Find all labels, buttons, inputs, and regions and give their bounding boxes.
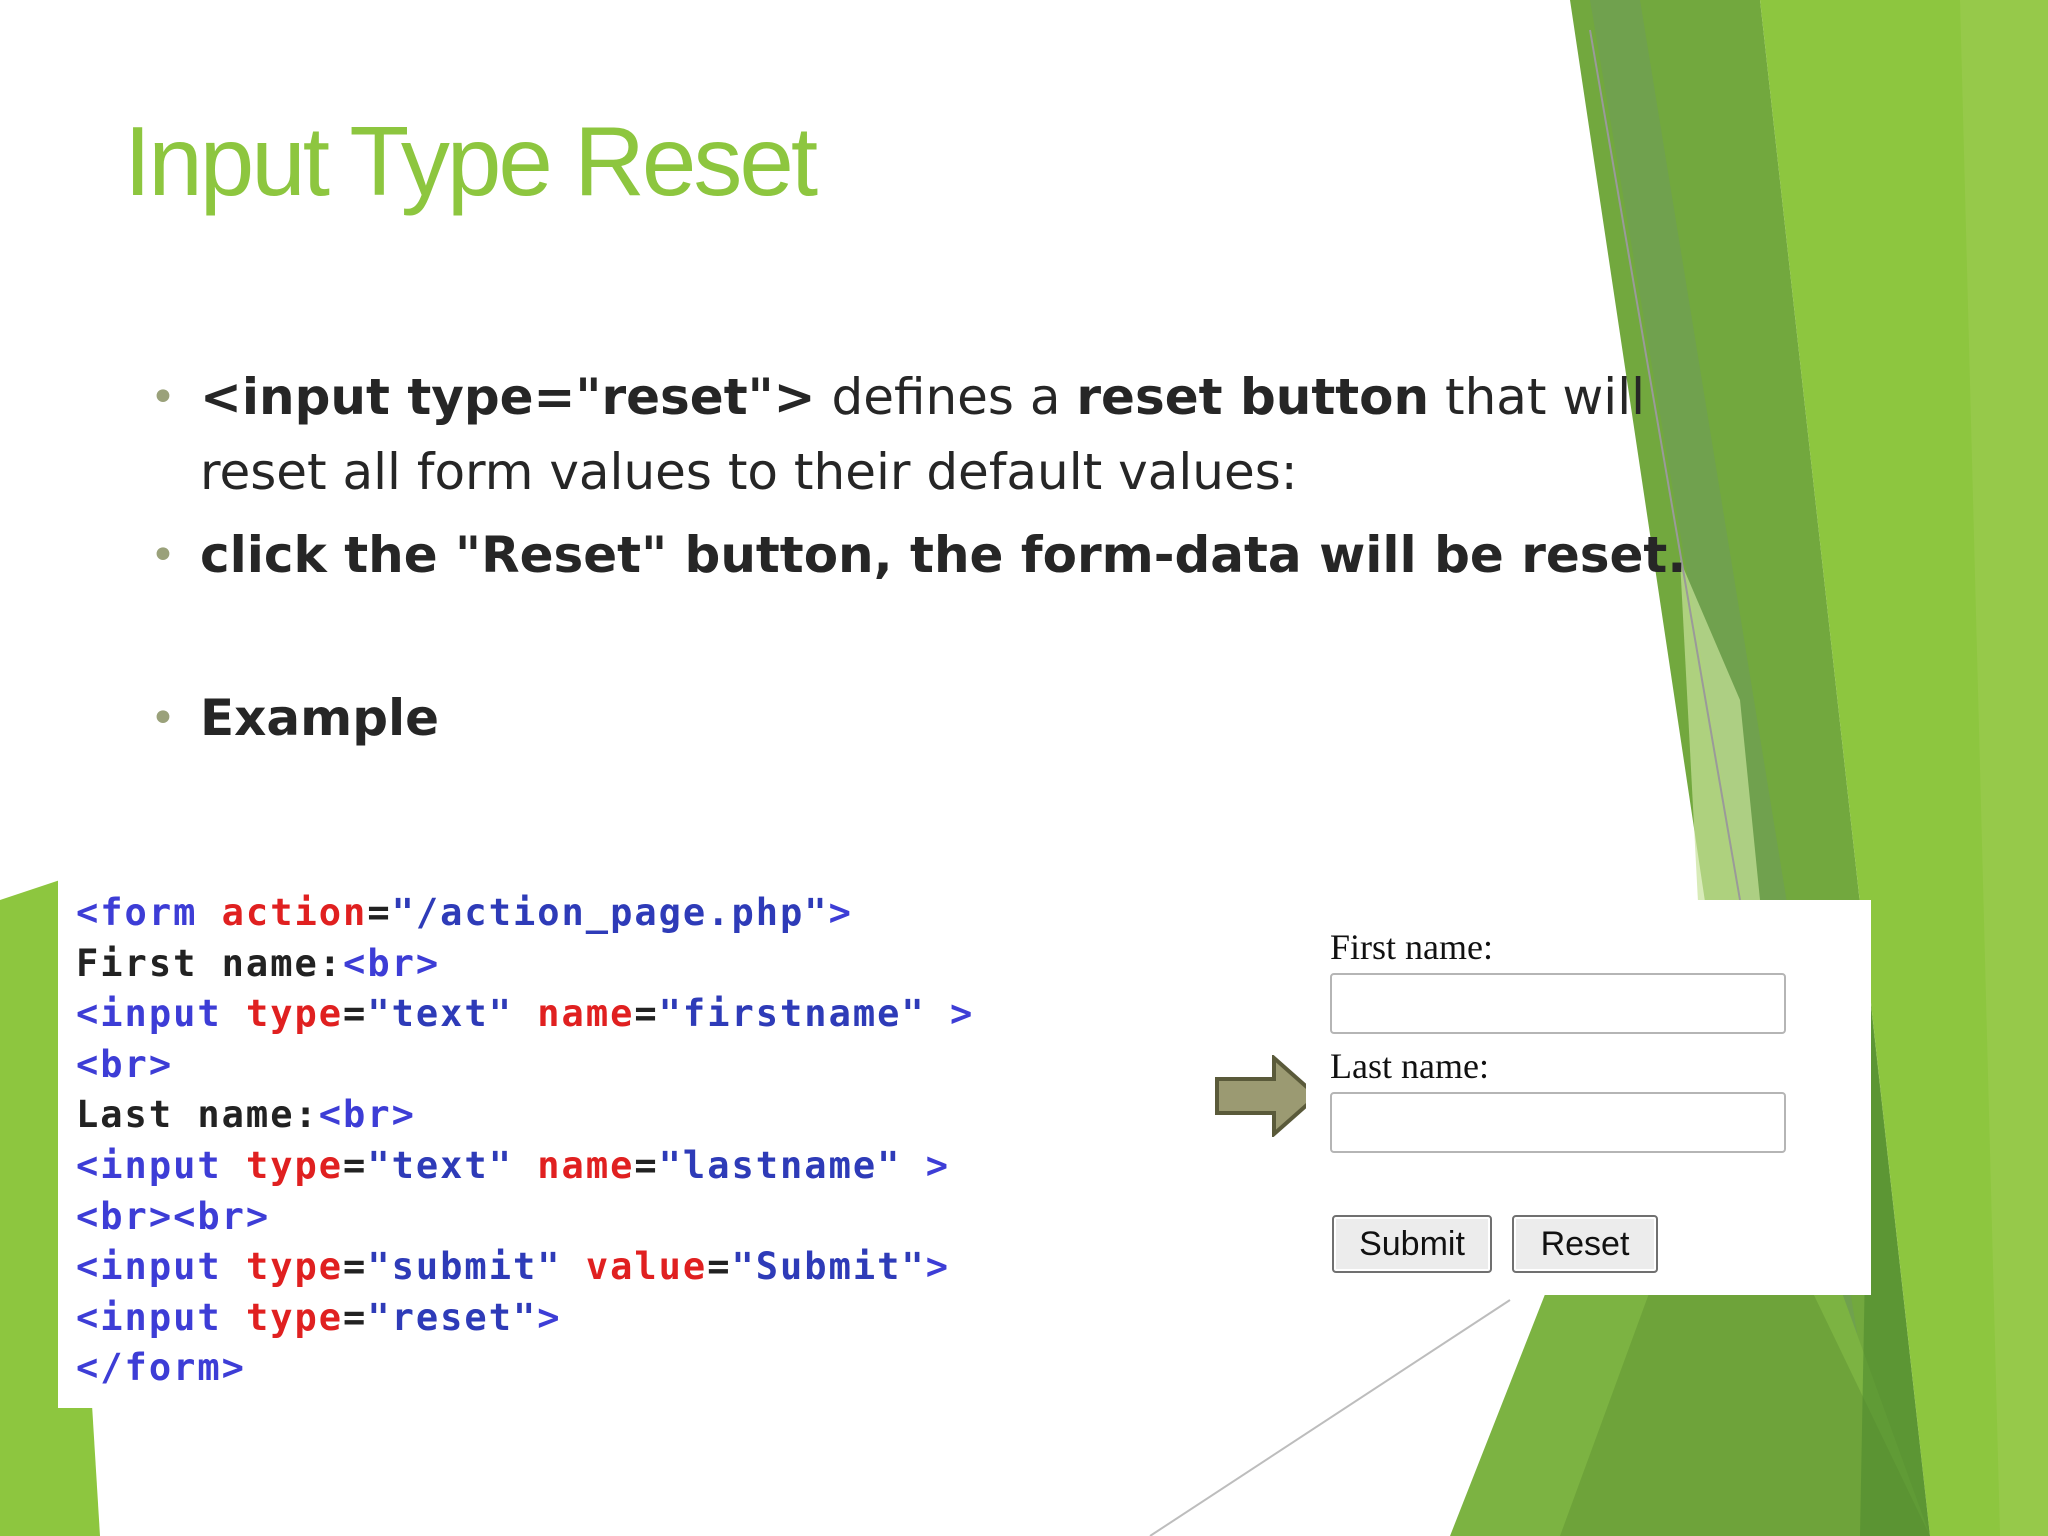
code-token: First name: [76,941,344,985]
code-token: <input [76,992,246,1036]
code-token: "text" [367,1143,538,1187]
code-token: = [634,1143,659,1187]
code-token: type [245,992,344,1036]
code-block: <form action="/action_page.php"> First na… [76,888,974,1394]
bullet-dot-icon: • [150,372,176,423]
code-token: <br> [318,1093,416,1137]
code-line: <br> [76,1040,974,1091]
code-token: Last name: [76,1093,319,1137]
slide: Input Type Reset • <input type="reset"> … [0,0,2048,1536]
bullet-text: Example [200,689,439,747]
code-example-panel: <form action="/action_page.php"> First na… [58,880,1148,1408]
code-line: <input type="text" name="lastname" > [76,1141,974,1192]
code-token: action [221,891,368,934]
bullet-run: click the "Reset" button, the form-data … [200,526,1687,584]
code-token: <br> [76,1042,174,1086]
code-token: "Submit" [731,1245,926,1289]
code-line: <input type="submit" value="Submit"> [76,1242,974,1293]
code-token: = [634,992,659,1036]
code-token: <input [76,1245,246,1289]
bullet-item-reset-definition: • <input type="reset"> defines a reset b… [150,360,1770,510]
code-token: value [585,1245,708,1289]
code-line: Last name:<br> [76,1090,974,1141]
code-token: "firstname" [658,992,950,1036]
code-line: <input type="reset"> [76,1293,974,1344]
bullet-item-example: • Example [150,681,1770,756]
last-name-input[interactable] [1330,1092,1786,1153]
code-token: "lastname" [658,1143,926,1187]
bullet-item-click-reset: • click the "Reset" button, the form-dat… [150,518,1770,593]
code-line: </form> [76,1343,974,1394]
code-token: > [537,1295,562,1339]
bullet-run: reset button [1076,368,1430,426]
code-line: First name:<br> [76,939,974,990]
form-preview-panel: First name: Last name: Submit Reset [1306,900,1871,1295]
reset-button[interactable]: Reset [1512,1215,1658,1273]
code-token: <br><br> [76,1194,271,1238]
bullet-run: <input type="reset"> [200,368,816,426]
code-token: = [343,1245,368,1289]
bullet-dot-icon: • [150,530,176,581]
code-token: <form [76,891,222,934]
code-token: = [343,1295,368,1339]
thin-line-2 [1149,1299,1511,1536]
bullet-run: Example [200,689,440,747]
code-token: > [828,891,853,934]
code-line: <input type="text" name="firstname" > [76,989,974,1040]
submit-button[interactable]: Submit [1332,1215,1492,1273]
code-token: > [925,1143,950,1187]
code-line: <form action="/action_page.php"> [76,888,974,939]
code-token: type [245,1143,344,1187]
code-line: <br><br> [76,1192,974,1243]
code-token: name [537,1143,635,1187]
bullet-text: click the "Reset" button, the form-data … [200,526,1686,584]
code-token: type [245,1245,344,1289]
code-token: "reset" [367,1295,538,1339]
bullet-run: defines a [815,368,1077,426]
code-token: type [245,1295,344,1339]
code-token: > [949,992,975,1036]
bullet-list: • <input type="reset"> defines a reset b… [150,360,1770,756]
first-name-label: First name: [1330,927,1493,967]
code-token: "/action_page.php" [391,891,829,934]
bullet-dot-icon: • [150,693,176,744]
bullet-text: <input type="reset"> defines a reset but… [200,368,1645,501]
code-token: = [343,992,368,1036]
code-token: > [925,1245,950,1289]
code-token: = [367,891,392,934]
code-token: <br> [343,941,441,985]
slide-title: Input Type Reset [124,106,818,216]
right-arrow-icon [1215,1055,1320,1137]
code-token: <input [76,1295,246,1339]
last-name-label: Last name: [1330,1046,1489,1086]
code-token: = [707,1245,732,1289]
first-name-input[interactable] [1330,973,1786,1034]
code-token: </form> [76,1346,246,1390]
code-token: = [343,1143,368,1187]
code-token: name [537,992,635,1036]
code-token: "text" [367,992,538,1036]
code-token: "submit" [367,1245,586,1289]
code-token: <input [76,1143,246,1187]
